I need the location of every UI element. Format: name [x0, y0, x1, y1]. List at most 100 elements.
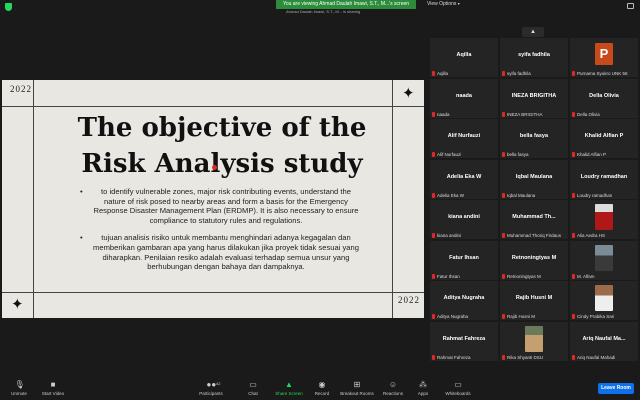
participant-tile[interactable]: INEZA BRIGITHA INEZA BRIGITHA [500, 78, 568, 118]
participant-name: bella fasya [519, 133, 549, 139]
participants-label: Participants [199, 391, 223, 396]
meeting-toolbar: 🎙 Unmute ■ Start Video ●● Participants ▭ Cha… [0, 378, 640, 400]
whiteboard-icon: ▭ [454, 380, 462, 389]
participant-video [595, 244, 613, 271]
participant-label-text: Della Olivia [577, 111, 600, 117]
participant-label: Iqbal Maulana [502, 192, 535, 198]
share-screen-icon: ▲ [285, 380, 293, 389]
muted-mic-icon [432, 152, 435, 157]
participant-tile[interactable]: P Purnama Syukro UNK 56 [570, 38, 638, 77]
participant-tile[interactable]: Rahmat Fahreza Rahmat Fahreza [430, 321, 498, 361]
participant-tile[interactable]: Retnoningtyas M Retnoningtyas M [500, 240, 568, 280]
muted-mic-icon [432, 192, 435, 198]
participant-name: Alif Nurfauzi [447, 133, 481, 139]
participant-tile[interactable]: Rajib Husni M Rajib Husni M [500, 281, 568, 320]
sharing-banner[interactable]: You are viewing Ahmad Daulah Imawi, S.T.… [276, 0, 416, 9]
participant-name: Rajib Husni M [515, 295, 553, 301]
slide-bullets: to identify vulnerable zones, major risk… [80, 187, 360, 280]
participant-name: naada [456, 92, 472, 99]
participant-name: Della Olivia [589, 92, 619, 99]
participant-tile[interactable]: Rika Shyanti DSU [500, 321, 568, 361]
muted-mic-icon [502, 273, 505, 279]
participant-tile[interactable]: Cindy Prabika Sari [570, 281, 638, 320]
participant-tile[interactable]: bella fasya bella fasya [500, 119, 568, 158]
muted-mic-icon [572, 192, 575, 198]
participant-tile[interactable]: syifa fadhila syifa fadhila [500, 38, 568, 77]
participant-name: INEZA BRIGITHA [511, 92, 557, 99]
record-label: Record [314, 391, 330, 396]
sharing-subtitle: Ahmad Daulah Imawi, S.T., M... is sharin… [286, 9, 361, 14]
participant-tile[interactable]: Della Olivia Della Olivia [570, 78, 638, 118]
participant-tile[interactable]: Aditya Nugraha Aditya Nugraha [430, 281, 498, 320]
chat-button[interactable]: ▭ Chat [243, 378, 263, 400]
participant-tile[interactable]: naada naada [430, 78, 498, 118]
participant-tile[interactable]: Adelia Eka W Adelia Eka W [430, 159, 498, 199]
smile-icon: ☺ [388, 380, 398, 389]
whiteboards-label: Whiteboards [445, 391, 471, 396]
participant-label: Fatur Ihsan [432, 273, 460, 279]
participant-label-text: Purnama Syukro UNK 56 [577, 71, 628, 76]
participant-tile[interactable]: Muhammad Th... Muhammad Thoriq Firdaus [500, 200, 568, 239]
participant-label-text: Aqilla [437, 71, 449, 76]
view-options-menu[interactable]: View Options ▾ [427, 1, 460, 7]
muted-mic-icon [432, 111, 435, 117]
participant-tile[interactable]: kiana andini kiana andini [430, 200, 498, 239]
participant-label: Purnama Syukro UNK 56 [572, 71, 628, 76]
muted-mic-icon [572, 354, 575, 360]
share-screen-button[interactable]: ▲ Share Screen [273, 378, 305, 400]
reactions-button[interactable]: ☺ Reactions [380, 378, 406, 400]
camera-off-icon: ■ [50, 380, 56, 389]
muted-mic-icon [572, 233, 575, 238]
participant-tile[interactable]: Fatur Ihsan Fatur Ihsan [430, 240, 498, 280]
muted-mic-icon [572, 314, 575, 319]
apps-button[interactable]: ⁂ Apps [414, 378, 432, 400]
participant-label-text: M. Alfam [577, 273, 595, 279]
participant-label-text: Rahmat Fahreza [437, 354, 471, 360]
participant-tile[interactable]: Aqilla Aqilla [430, 38, 498, 77]
muted-mic-icon [432, 314, 435, 319]
breakout-rooms-button[interactable]: ⊞ Breakout Rooms [339, 378, 375, 400]
participant-tile[interactable]: Alia Aedra HS [570, 200, 638, 239]
participant-video [595, 204, 613, 230]
muted-mic-icon [502, 111, 505, 117]
participant-label: Rahmat Fahreza [432, 354, 471, 360]
record-button[interactable]: ◉ Record [312, 378, 332, 400]
slide-bullet: to identify vulnerable zones, major risk… [80, 187, 360, 225]
participant-name: kiana andini [448, 214, 480, 220]
participant-label: naada [432, 111, 450, 117]
breakout-icon: ⊞ [353, 380, 361, 389]
participant-label-text: Khalid Alfian P [577, 152, 607, 157]
slide-title: The objective of the Risk Analysis study [62, 110, 382, 182]
participant-label: Ariq Naufal Mahadi [572, 354, 615, 360]
gallery-prev-page-button[interactable]: ▲ [522, 27, 544, 37]
fullscreen-icon[interactable] [627, 3, 634, 9]
muted-mic-icon [432, 233, 435, 238]
participant-tile[interactable]: Khalid Alfian P Khalid Alfian P [570, 119, 638, 158]
participant-tile[interactable]: Loudry ramadhan Loudry ramadhan [570, 159, 638, 199]
chat-icon: ▭ [249, 380, 257, 389]
participant-tile[interactable]: Alif Nurfauzi Alif Nurfauzi [430, 119, 498, 158]
slide-divider [33, 80, 34, 318]
start-video-button[interactable]: ■ Start Video [38, 378, 68, 400]
muted-mic-icon [502, 314, 505, 319]
shield-icon[interactable] [5, 3, 12, 11]
muted-mic-icon [502, 354, 505, 360]
participant-name: Aditya Nugraha [443, 295, 485, 301]
whiteboards-button[interactable]: ▭ Whiteboards [442, 378, 474, 400]
participant-tile[interactable]: Ariq Naufal Ma... Ariq Naufal Mahadi [570, 321, 638, 361]
participant-name: Aqilla [456, 52, 472, 58]
participant-label: Aditya Nugraha [432, 314, 468, 319]
participant-tile[interactable]: Iqbal Maulana Iqbal Maulana [500, 159, 568, 199]
participant-label: Della Olivia [572, 111, 600, 117]
participant-label: syifa fadhila [502, 71, 531, 76]
leave-room-button[interactable]: Leave Room [598, 383, 634, 394]
unmute-button[interactable]: 🎙 Unmute [4, 378, 34, 400]
participant-label-text: bella fasya [507, 152, 529, 157]
participant-name: Khalid Alfian P [584, 133, 624, 139]
participant-video [525, 325, 543, 352]
participant-name: Loudry ramadhan [580, 173, 628, 180]
participant-tile[interactable]: M. Alfam [570, 240, 638, 280]
participants-button[interactable]: ●● Participants [196, 378, 226, 400]
participant-gallery: Aqilla Aqilla syifa fadhila syifa fadhila P P… [430, 38, 640, 362]
share-screen-label: Share Screen [275, 391, 303, 396]
